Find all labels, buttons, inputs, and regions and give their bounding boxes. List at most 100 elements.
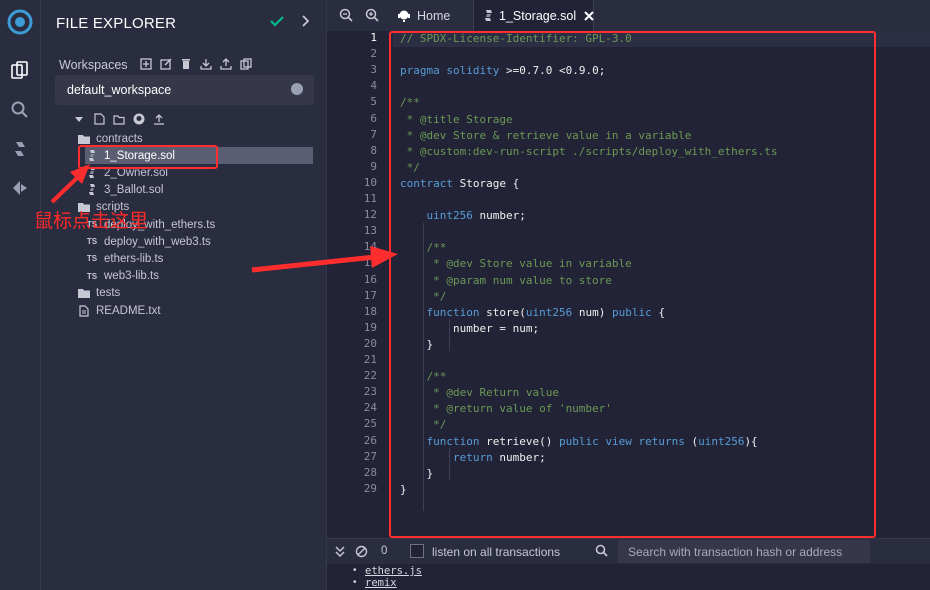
github-icon[interactable]: [133, 113, 145, 125]
restore-workspace-icon[interactable]: [219, 57, 232, 70]
tree-file-item[interactable]: 2_Owner.sol: [85, 164, 168, 181]
transaction-search-input[interactable]: [618, 540, 870, 563]
tree-item-label: ethers-lib.ts: [104, 252, 164, 265]
line-number: 24: [363, 401, 377, 415]
text-file-icon: [77, 304, 91, 317]
code-line: // SPDX-License-Identifier: GPL-3.0: [400, 32, 632, 45]
terminal-link[interactable]: ethers.js: [365, 565, 422, 577]
line-number: 29: [363, 481, 377, 495]
line-number: 15: [363, 256, 377, 270]
solidity-compiler-icon[interactable]: [6, 135, 34, 163]
line-number: 21: [363, 353, 377, 366]
code-line: contract Storage {: [400, 176, 520, 190]
tree-folder-contracts[interactable]: contracts: [77, 130, 143, 147]
tree-file-item[interactable]: TS ethers-lib.ts: [85, 250, 164, 267]
code-line: function store(uint256 num) public {: [426, 305, 665, 319]
line-number: 18: [363, 304, 377, 318]
listen-all-label: listen on all transactions: [432, 545, 561, 559]
delete-workspace-icon[interactable]: [179, 57, 192, 70]
rename-workspace-icon[interactable]: [159, 57, 172, 70]
code-line: * @dev Store value in variable: [400, 257, 632, 271]
chevron-right-icon[interactable]: [299, 13, 313, 34]
line-number: 11: [363, 192, 377, 205]
workspace-select-value: default_workspace: [67, 83, 172, 97]
tree-file-item[interactable]: TS deploy_with_web3.ts: [85, 233, 211, 250]
workspace-select[interactable]: default_workspace: [55, 75, 314, 105]
tree-file-item[interactable]: 3_Ballot.sol: [85, 182, 163, 199]
listen-all-checkbox[interactable]: [410, 544, 424, 558]
close-tab-icon[interactable]: [584, 10, 594, 21]
solidity-file-icon: [85, 149, 99, 162]
tree-item-label: README.txt: [96, 304, 161, 317]
tab-home[interactable]: Home: [389, 0, 471, 31]
tree-item-label: contracts: [96, 132, 143, 145]
clear-console-icon[interactable]: [355, 545, 368, 563]
tree-item-label: deploy_with_web3.ts: [104, 235, 211, 248]
line-number: 6: [370, 111, 377, 125]
line-number: 2: [370, 47, 377, 61]
code-line: }: [400, 482, 407, 496]
deploy-run-icon[interactable]: [6, 174, 34, 202]
solidity-file-icon: [85, 166, 99, 179]
new-file-icon[interactable]: [93, 113, 105, 125]
tree-item-label: 3_Ballot.sol: [104, 184, 164, 197]
code-line: * @custom:dev-run-script ./scripts/deplo…: [400, 144, 778, 158]
file-explorer-panel: FILE EXPLORER Workspaces default_workspa…: [41, 0, 327, 590]
zoom-in-icon[interactable]: [365, 8, 379, 22]
workspace-toolbar: [139, 57, 252, 70]
file-explorer-icon[interactable]: [6, 56, 34, 84]
checkmark-icon[interactable]: [269, 13, 285, 34]
code-line: }: [400, 337, 434, 351]
line-number: 27: [363, 449, 377, 463]
line-number: 3: [370, 63, 377, 77]
terminal-link[interactable]: remix: [365, 577, 397, 589]
code-line: * @dev Store & retrieve value in a varia…: [400, 128, 692, 142]
solidity-file-icon: [85, 184, 99, 196]
tree-file-item[interactable]: 1_Storage.sol: [85, 147, 313, 165]
line-number: 14: [363, 240, 377, 254]
tree-folder-tests[interactable]: tests: [77, 285, 120, 302]
terminal-toolbar: 0 listen on all transactions: [327, 538, 930, 564]
typescript-file-icon: TS: [86, 237, 98, 247]
annotation-text: 鼠标点击这里: [34, 210, 149, 232]
home-tab-icon: [397, 9, 411, 23]
code-line: */: [400, 289, 447, 303]
remix-logo-icon[interactable]: [6, 8, 34, 36]
code-line: return number;: [452, 450, 546, 464]
code-line: */: [400, 418, 447, 432]
tree-file-item[interactable]: TS web3-lib.ts: [85, 268, 159, 285]
solidity-file-icon: [484, 9, 493, 22]
new-folder-icon[interactable]: [113, 113, 125, 125]
code-line: number = num;: [400, 321, 540, 335]
terminal-output: • ethers.js • remix: [327, 564, 930, 590]
code-line: * @return value of 'number': [400, 402, 612, 416]
tree-item-label: web3-lib.ts: [104, 270, 159, 283]
code-line: * @param num value to store: [400, 273, 612, 287]
line-number: 5: [370, 95, 377, 109]
line-number: 23: [363, 385, 377, 399]
line-number: 13: [363, 224, 377, 238]
editor-tabbar: Home 1_Storage.sol: [327, 0, 930, 31]
double-chevron-down-icon[interactable]: [335, 545, 345, 563]
search-icon[interactable]: [6, 96, 34, 124]
tree-file-item[interactable]: README.txt: [77, 302, 161, 319]
code-line: /**: [400, 370, 447, 384]
create-workspace-icon[interactable]: [139, 57, 152, 70]
editor-area: Home 1_Storage.sol 1 2 3 4 5 6 7 8 9 10 11 12 13 14 15…: [327, 0, 930, 590]
panel-title: FILE EXPLORER: [56, 15, 177, 32]
tab-1-storage-sol[interactable]: 1_Storage.sol: [473, 0, 594, 31]
upload-icon[interactable]: [153, 113, 165, 125]
code-line: /**: [400, 241, 447, 255]
download-workspace-icon[interactable]: [199, 57, 212, 70]
clone-workspace-icon[interactable]: [239, 57, 252, 70]
tree-item-label: 2_Owner.sol: [104, 166, 168, 179]
tab-home-label: Home: [417, 8, 451, 23]
line-number: 9: [370, 159, 377, 173]
search-icon: [595, 544, 608, 562]
caret-down-icon[interactable]: [73, 113, 85, 125]
line-number: 17: [363, 288, 377, 302]
code-line: */: [400, 160, 420, 174]
zoom-out-icon[interactable]: [339, 8, 353, 22]
line-number: 10: [363, 175, 377, 189]
code-line: * @dev Return value: [400, 386, 559, 400]
